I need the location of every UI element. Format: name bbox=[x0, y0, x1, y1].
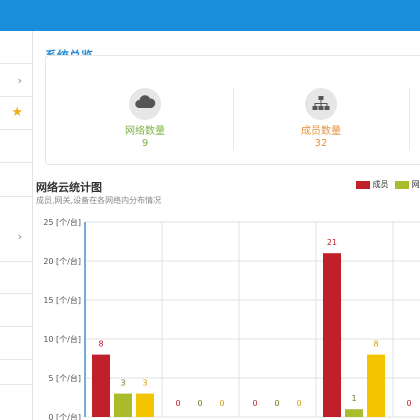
bar bbox=[345, 409, 363, 417]
data-label: 0 bbox=[274, 399, 279, 408]
y-tick-label: 0 [个/台] bbox=[48, 412, 81, 420]
bar bbox=[92, 354, 110, 417]
data-label: 0 bbox=[252, 399, 257, 408]
data-label: 3 bbox=[142, 379, 147, 388]
data-label: 3 bbox=[120, 379, 125, 388]
y-tick-label: 25 [个/台] bbox=[43, 217, 81, 227]
data-label: 1 bbox=[351, 394, 356, 403]
bar-chart: 0 [个/台] 5 [个/台] 10 [个/台] 15 [个/台] 20 [个/台] 25… bbox=[43, 217, 420, 420]
bar bbox=[323, 253, 341, 417]
bar bbox=[136, 393, 154, 417]
bar bbox=[367, 354, 385, 417]
data-label: 0 bbox=[197, 399, 202, 408]
data-label: 0 bbox=[175, 399, 180, 408]
data-label: 21 bbox=[327, 238, 337, 247]
y-tick-label: 20 [个/台] bbox=[43, 256, 81, 266]
bar bbox=[114, 393, 132, 417]
y-tick-label: 10 [个/台] bbox=[43, 334, 81, 344]
y-tick-label: 5 [个/台] bbox=[48, 373, 81, 383]
data-label: 0 bbox=[406, 399, 411, 408]
y-tick-label: 15 [个/台] bbox=[43, 295, 81, 305]
data-label: 0 bbox=[219, 399, 224, 408]
data-label: 8 bbox=[373, 340, 378, 349]
data-label: 0 bbox=[296, 399, 301, 408]
data-label: 8 bbox=[98, 340, 103, 349]
